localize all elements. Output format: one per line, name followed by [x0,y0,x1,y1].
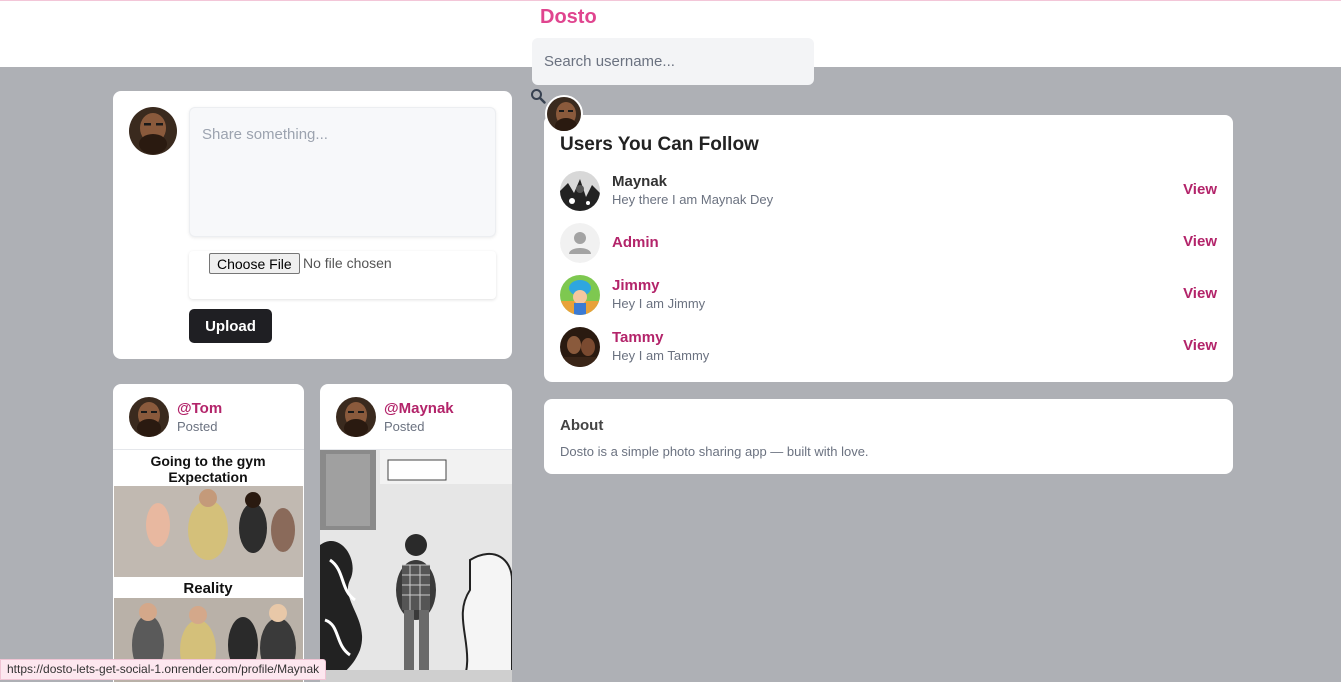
user-avatar[interactable] [560,223,600,263]
post-meta: Posted [384,419,425,434]
user-bio: Hey I am Tammy [612,348,710,363]
share-textarea[interactable] [189,107,496,237]
follow-user-row: Admin View [560,223,1217,267]
user-avatar[interactable] [560,171,600,211]
search-icon[interactable] [530,88,546,104]
user-bio: Hey there I am Maynak Dey [612,192,774,207]
meme-caption-top-line1: Going to the gym [150,453,265,469]
about-title: About [560,417,604,434]
follow-suggestions-title: Users You Can Follow [560,134,759,155]
follow-user-row: Jimmy Hey I am Jimmy View [560,275,1217,319]
file-status-text: No file chosen [303,255,392,271]
search-input[interactable] [532,38,814,85]
user-name[interactable]: Jimmy [612,277,660,294]
view-profile-link[interactable]: View [1183,181,1217,198]
view-profile-link[interactable]: View [1183,285,1217,302]
choose-file-button[interactable]: Choose File [209,253,300,274]
meme-caption-bottom: Reality [183,580,233,597]
follow-user-row: Tammy Hey I am Tammy View [560,327,1217,371]
post-author-avatar[interactable] [336,397,376,437]
file-input-row: Choose File No file chosen [189,251,496,299]
post-author-name[interactable]: @Maynak [384,400,454,417]
composer-avatar [129,107,177,155]
about-text: Dosto is a simple photo sharing app — bu… [560,444,869,459]
view-profile-link[interactable]: View [1183,337,1217,354]
post-author-name[interactable]: @Tom [177,400,222,417]
post-composer: Choose File No file chosen Upload [113,91,512,359]
meme-caption-top-line2: Expectation [168,469,247,485]
user-name[interactable]: Tammy [612,329,663,346]
post-author-avatar[interactable] [129,397,169,437]
link-preview-status-bar: https://dosto-lets-get-social-1.onrender… [0,659,327,680]
user-bio: Hey I am Jimmy [612,296,706,311]
current-user-avatar[interactable] [545,95,583,133]
user-avatar[interactable] [560,275,600,315]
view-profile-link[interactable]: View [1183,233,1217,250]
user-name[interactable]: Maynak [612,173,667,190]
post-image[interactable]: Going to the gym Expectation Reality [113,450,304,682]
about-card: About Dosto is a simple photo sharing ap… [544,399,1233,474]
user-name[interactable]: Admin [612,234,659,251]
brand-logo[interactable]: Dosto [540,6,597,29]
follow-user-row: Maynak Hey there I am Maynak Dey View [560,171,1217,215]
follow-suggestions-card: Users You Can Follow Maynak Hey there I … [544,115,1233,382]
post-card: @Maynak Posted [320,384,512,682]
user-avatar[interactable] [560,327,600,367]
post-card: @Tom Posted Going to the gym Expectation… [113,384,304,682]
post-meta: Posted [177,419,218,434]
post-image[interactable] [320,450,512,682]
upload-button[interactable]: Upload [189,309,272,343]
